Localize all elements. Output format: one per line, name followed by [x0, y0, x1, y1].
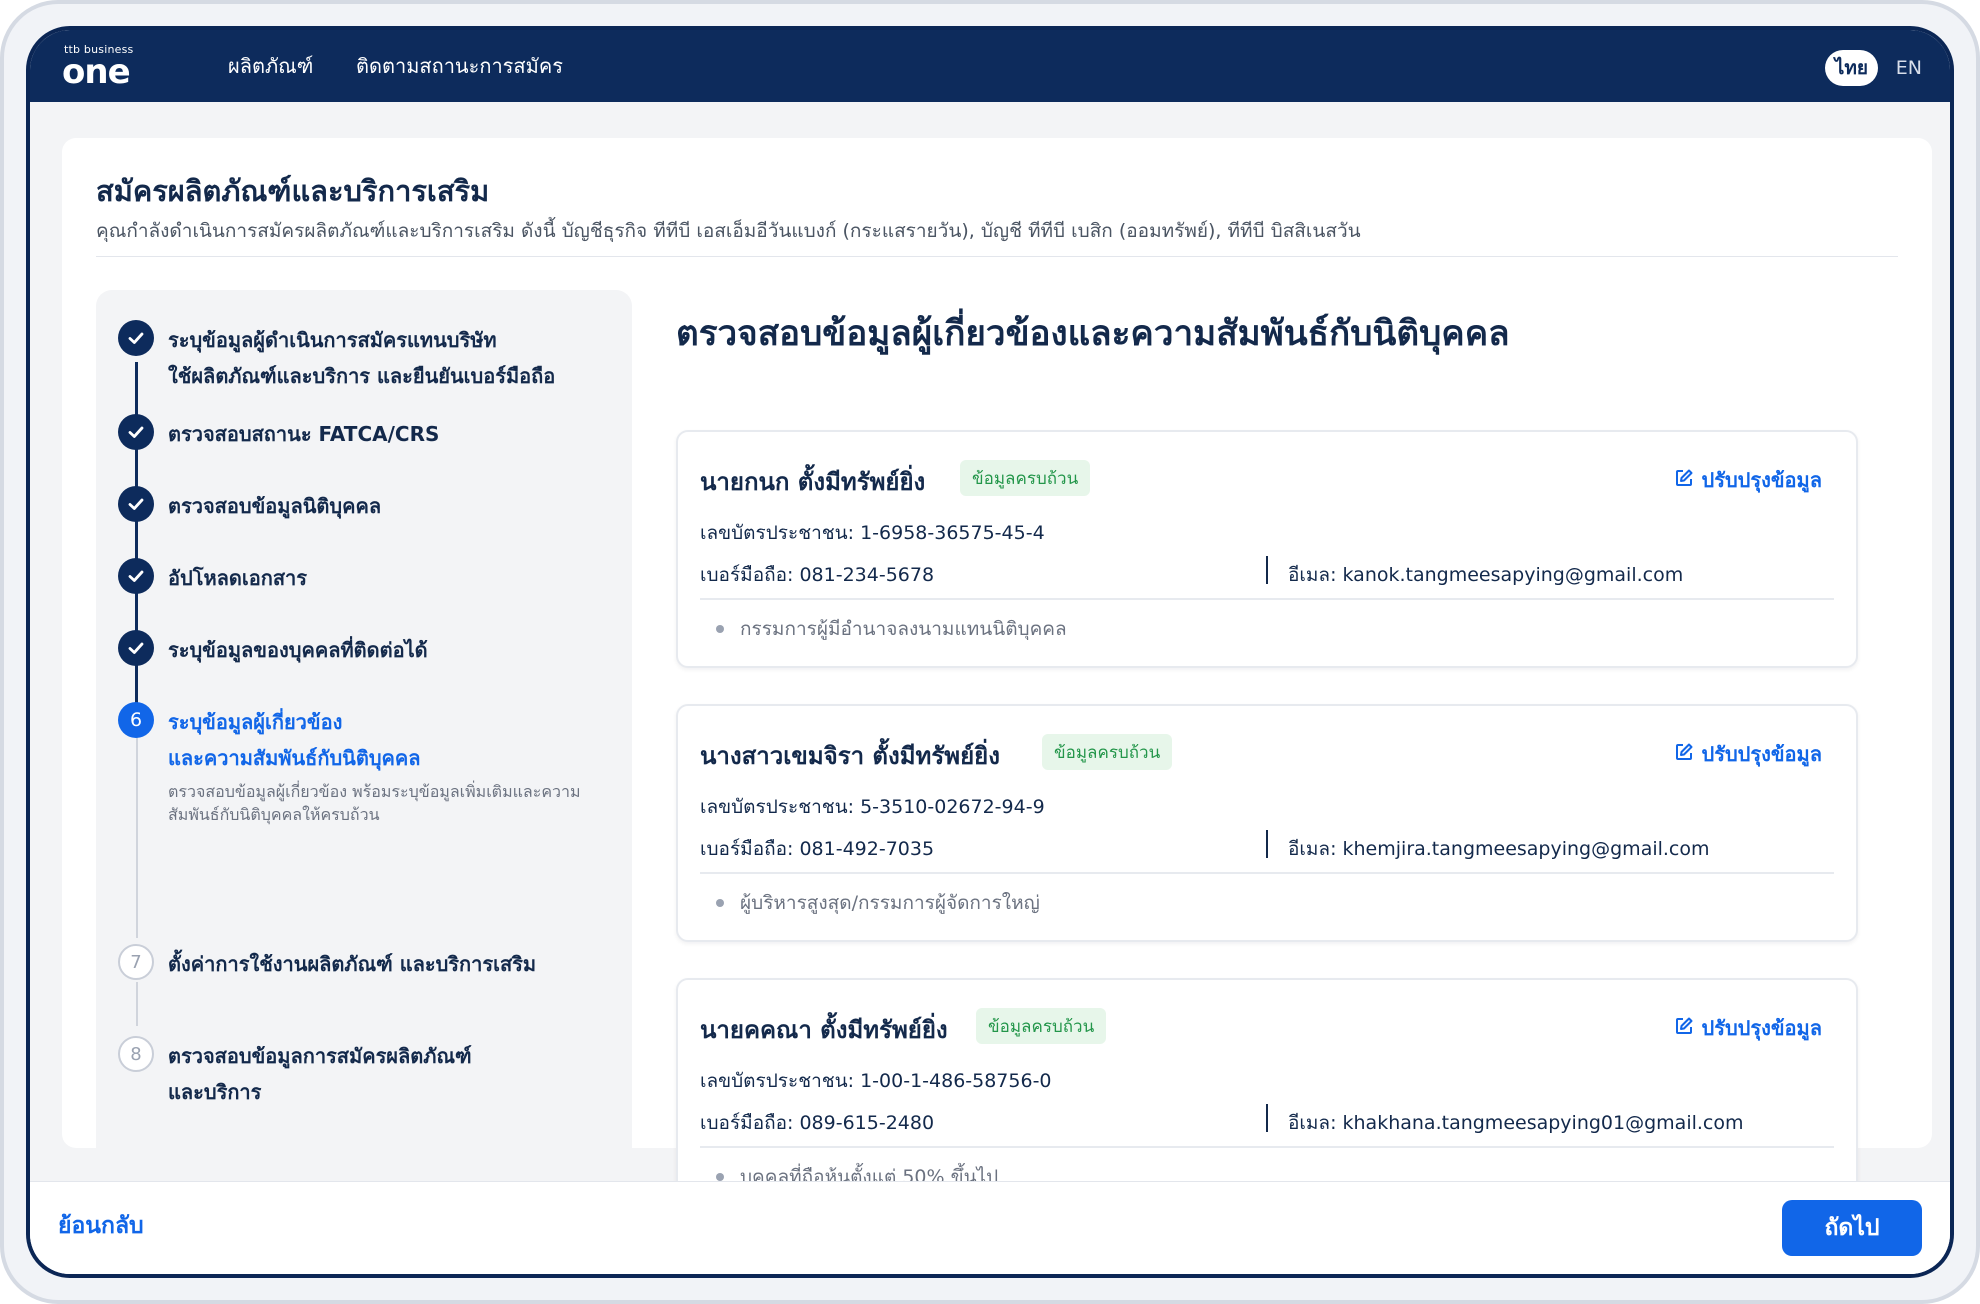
section-title: ตรวจสอบข้อมูลผู้เกี่ยวข้องและความสัมพันธ… [676, 314, 1510, 354]
step-number: 7 [118, 944, 154, 980]
main-panel: สมัครผลิตภัณฑ์และบริการเสริม คุณกำลังดำเ… [62, 138, 1932, 1246]
check-icon [118, 414, 154, 450]
person-name: นายคคณา ตั้งมีทรัพย์ยิ่ง [700, 1016, 948, 1044]
step-label: ตรวจสอบข้อมูลนิติบุคคล [168, 494, 382, 518]
check-icon [118, 630, 154, 666]
edit-icon [1674, 1016, 1694, 1041]
edit-label: ปรับปรุงข้อมูล [1701, 468, 1822, 492]
divider [700, 872, 1834, 874]
relationship-item: กรรมการผู้มีอำนาจลงนามแทนนิติบุคคล [716, 614, 1067, 644]
status-badge: ข้อมูลครบถ้วน [976, 1008, 1107, 1044]
divider [700, 1146, 1834, 1148]
device-frame: ttb business one ผลิตภัณฑ์ ติดตามสถานะกา… [0, 0, 1980, 1304]
top-navigation-bar: ttb business one ผลิตภัณฑ์ ติดตามสถานะกา… [30, 30, 1950, 102]
id-card-number: เลขบัตรประชาชน: 1-6958-36575-45-4 [700, 522, 1045, 544]
check-icon [118, 558, 154, 594]
step-label-line2: และความสัมพันธ์กับนิติบุคคล [168, 746, 421, 770]
id-card-number: เลขบัตรประชาชน: 1-00-1-486-58756-0 [700, 1070, 1052, 1092]
language-en-button[interactable]: EN [1896, 50, 1922, 86]
status-badge: ข้อมูลครบถ้วน [1042, 734, 1173, 770]
step-description: ตรวจสอบข้อมูลผู้เกี่ยวข้อง พร้อมระบุข้อม… [168, 782, 581, 824]
step-number: 6 [118, 702, 154, 738]
relationship-item: ผู้บริหารสูงสุด/กรรมการผู้จัดการใหญ่ [716, 888, 1040, 918]
email: อีเมล: kanok.tangmeesapying@gmail.com [1288, 564, 1684, 586]
edit-info-button[interactable]: ปรับปรุงข้อมูล [1674, 736, 1822, 772]
edit-label: ปรับปรุงข้อมูล [1701, 742, 1822, 766]
divider [700, 598, 1834, 600]
bullet-icon [716, 625, 724, 633]
step-label: ระบุข้อมูลผู้ดำเนินการสมัครแทนบริษัท [168, 328, 497, 352]
bottom-action-bar: ย้อนกลับ ถัดไป [30, 1181, 1950, 1274]
check-icon [118, 320, 154, 356]
bullet-icon [716, 1173, 724, 1181]
email: อีเมล: khakhana.tangmeesapying01@gmail.c… [1288, 1112, 1744, 1134]
ttb-business-one-logo[interactable]: ttb business one [62, 43, 152, 91]
page-title: สมัครผลิตภัณฑ์และบริการเสริม [96, 174, 490, 208]
step-label: อัปโหลดเอกสาร [168, 566, 308, 590]
divider [96, 256, 1898, 257]
step-label: ระบุข้อมูลของบุคคลที่ติดต่อได้ [168, 638, 428, 662]
related-person-card: นางสาวเขมจิรา ตั้งมีทรัพย์ยิ่ง ข้อมูลครบ… [676, 704, 1858, 942]
back-button[interactable]: ย้อนกลับ [58, 1208, 144, 1244]
step-label: ตรวจสอบข้อมูลการสมัครผลิตภัณฑ์ [168, 1044, 472, 1068]
step-label-line2: ใช้ผลิตภัณฑ์และบริการ และยืนยันเบอร์มือถ… [168, 364, 556, 388]
status-badge: ข้อมูลครบถ้วน [960, 460, 1091, 496]
step-number: 8 [118, 1036, 154, 1072]
related-person-card: นายกนก ตั้งมีทรัพย์ยิ่ง ข้อมูลครบถ้วน ปร… [676, 430, 1858, 668]
next-button[interactable]: ถัดไป [1782, 1200, 1922, 1256]
step-connector [135, 362, 138, 418]
vertical-separator [1266, 830, 1268, 858]
relationship-label: ผู้บริหารสูงสุด/กรรมการผู้จัดการใหญ่ [740, 892, 1040, 914]
mobile-number: เบอร์มือถือ: 081-234-5678 [700, 564, 935, 586]
edit-info-button[interactable]: ปรับปรุงข้อมูล [1674, 462, 1822, 498]
nav-products[interactable]: ผลิตภัณฑ์ [228, 30, 313, 102]
page-subtitle: คุณกำลังดำเนินการสมัครผลิตภัณฑ์และบริการ… [96, 220, 1361, 242]
person-name: นายกนก ตั้งมีทรัพย์ยิ่ง [700, 468, 926, 496]
progress-stepper: ระบุข้อมูลผู้ดำเนินการสมัครแทนบริษัท ใช้… [96, 290, 632, 1170]
edit-info-button[interactable]: ปรับปรุงข้อมูล [1674, 1010, 1822, 1046]
logo-big-text: one [62, 52, 131, 92]
app-screen: ttb business one ผลิตภัณฑ์ ติดตามสถานะกา… [26, 26, 1954, 1278]
language-th-button[interactable]: ไทย [1824, 50, 1878, 86]
mobile-number: เบอร์มือถือ: 089-615-2480 [700, 1112, 935, 1134]
edit-label: ปรับปรุงข้อมูล [1701, 1016, 1822, 1040]
check-icon [118, 486, 154, 522]
mobile-number: เบอร์มือถือ: 081-492-7035 [700, 838, 935, 860]
relationship-label: กรรมการผู้มีอำนาจลงนามแทนนิติบุคคล [740, 618, 1067, 640]
step-connector [136, 728, 138, 938]
edit-icon [1674, 742, 1694, 767]
edit-icon [1674, 468, 1694, 493]
id-card-number: เลขบัตรประชาชน: 5-3510-02672-94-9 [700, 796, 1045, 818]
vertical-separator [1266, 556, 1268, 584]
bullet-icon [716, 899, 724, 907]
person-name: นางสาวเขมจิรา ตั้งมีทรัพย์ยิ่ง [700, 742, 1000, 770]
email: อีเมล: khemjira.tangmeesapying@gmail.com [1288, 838, 1710, 860]
step-label: ระบุข้อมูลผู้เกี่ยวข้อง [168, 710, 343, 734]
step-label: ตรวจสอบสถานะ FATCA/CRS [168, 422, 440, 446]
step-label: ตั้งค่าการใช้งานผลิตภัณฑ์ และบริการเสริม [168, 952, 537, 976]
vertical-separator [1266, 1104, 1268, 1132]
step-connector [136, 982, 138, 1026]
step-label-line2: และบริการ [168, 1080, 262, 1104]
nav-track-application[interactable]: ติดตามสถานะการสมัคร [356, 30, 563, 102]
